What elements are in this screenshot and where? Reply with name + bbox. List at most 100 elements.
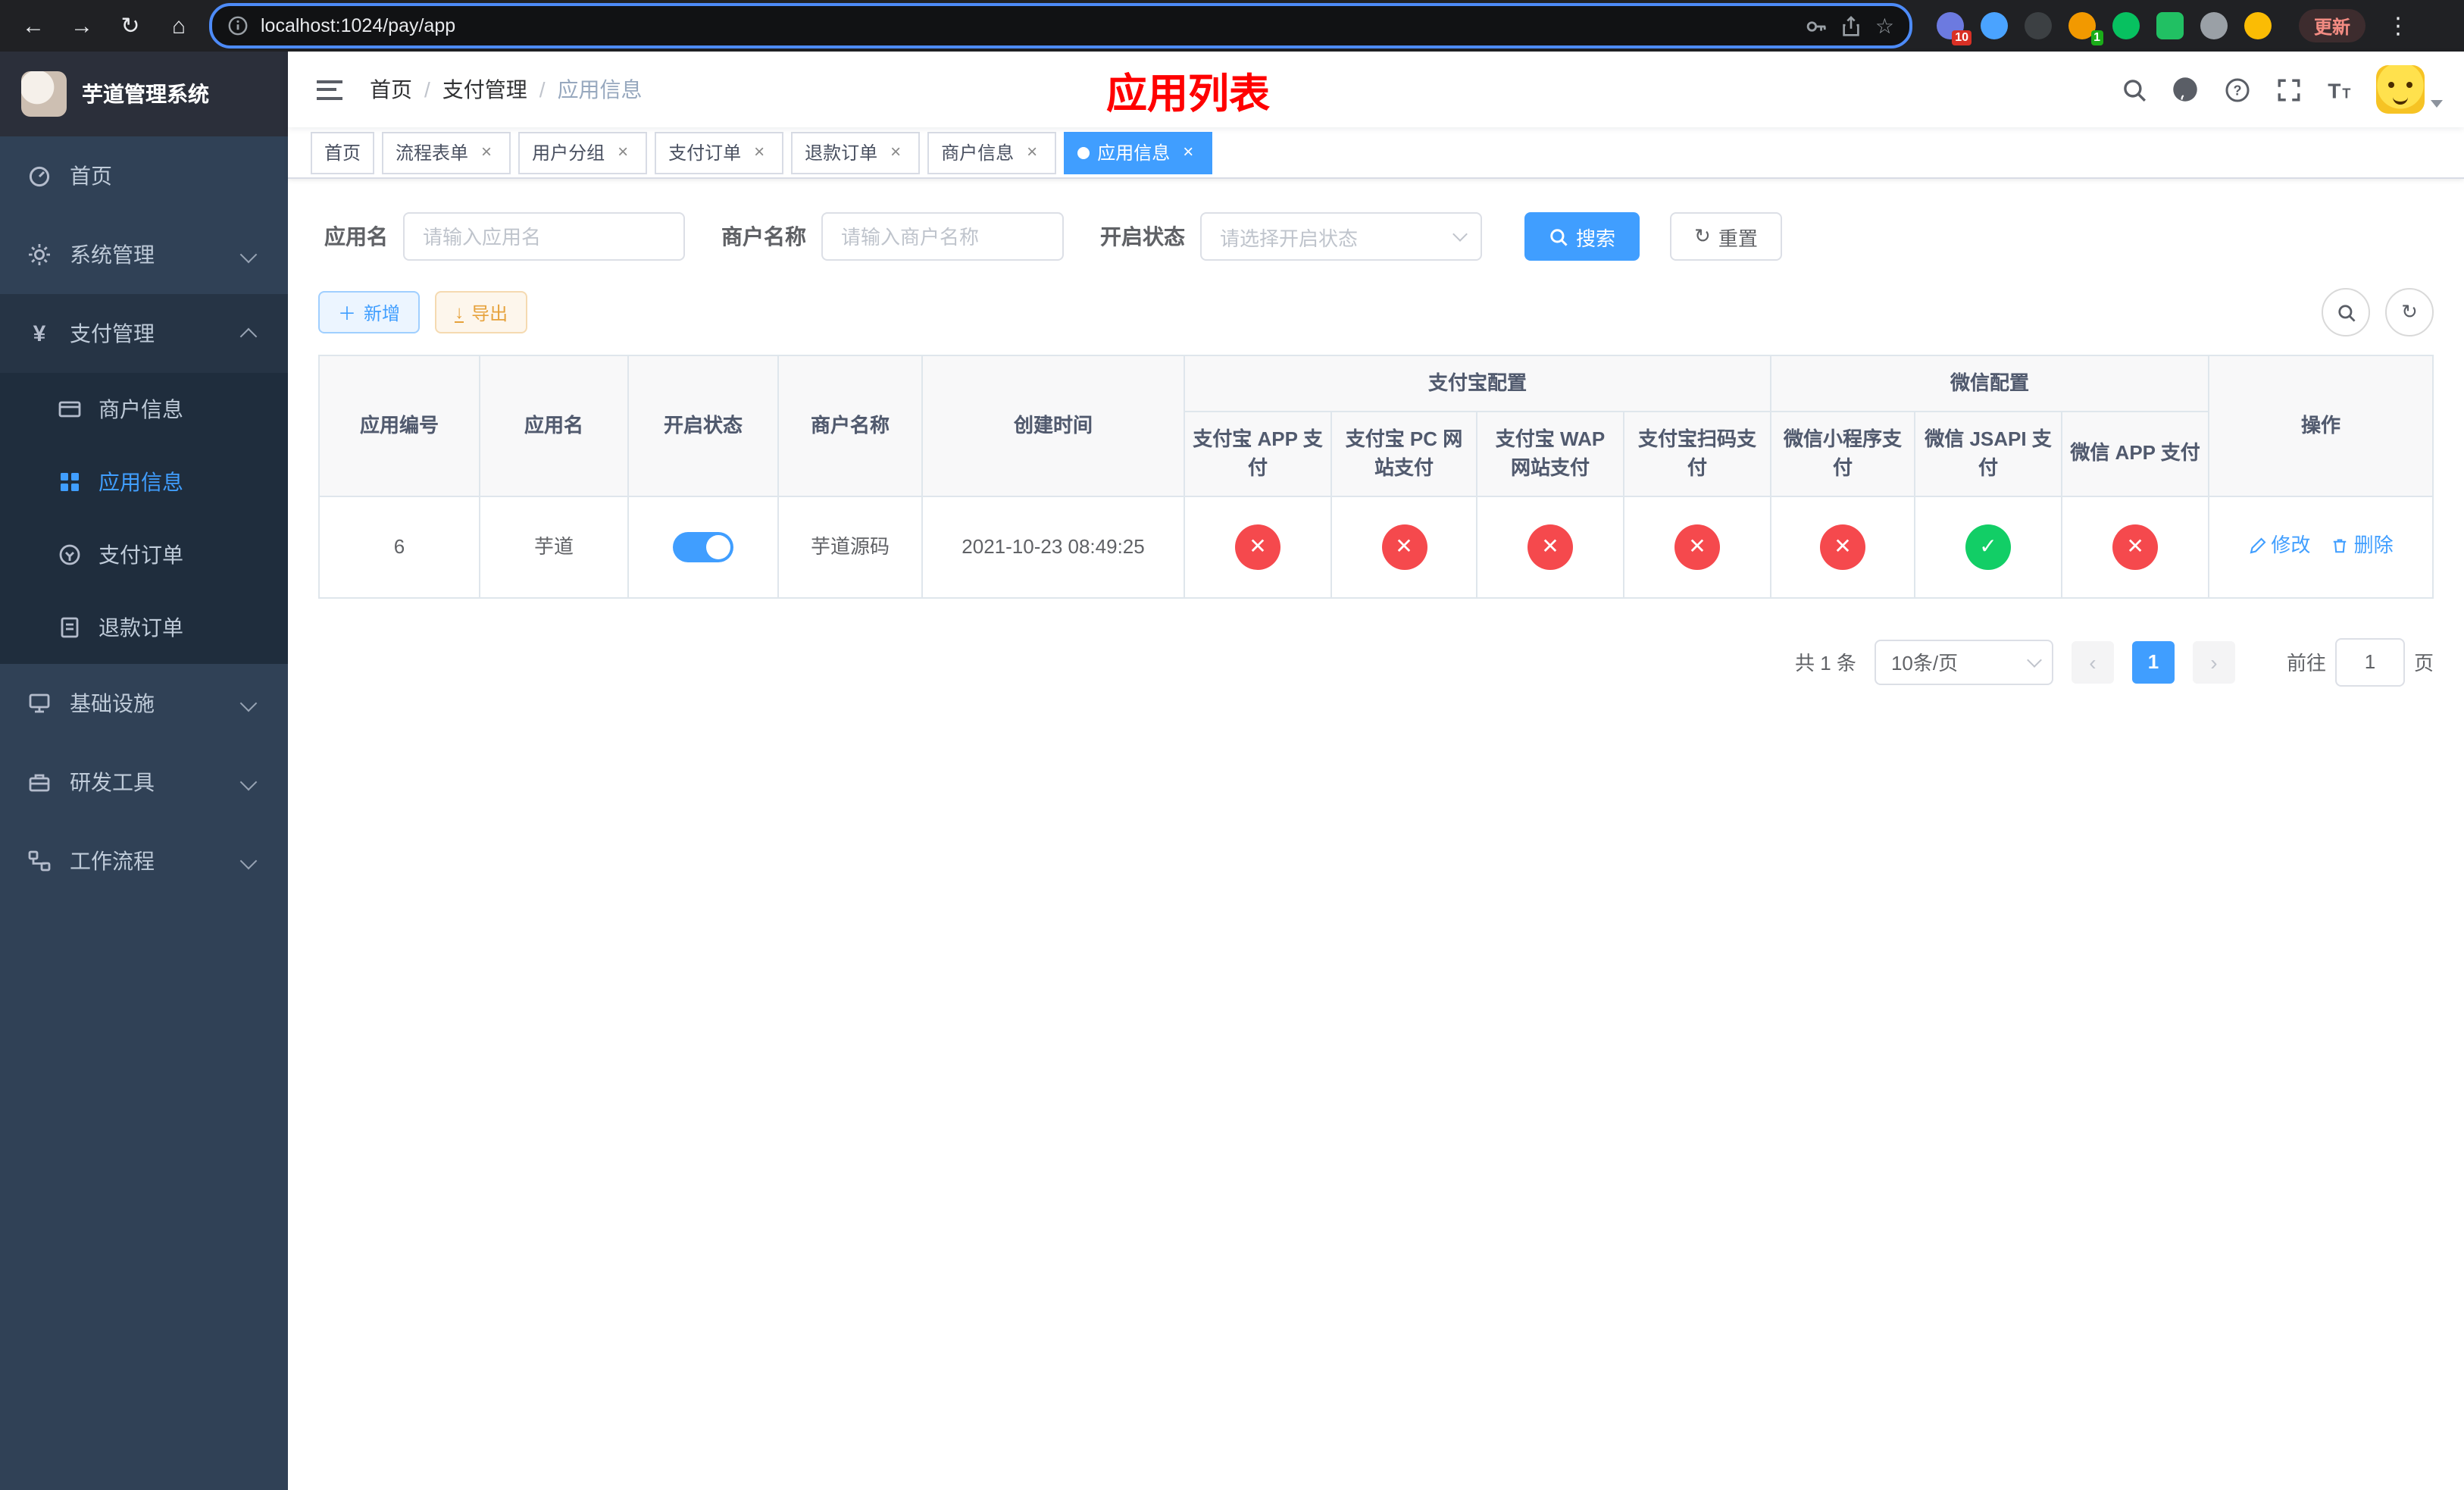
- dashboard-icon: [29, 166, 50, 187]
- url-text[interactable]: localhost:1024/pay/app: [261, 15, 1793, 36]
- reset-button[interactable]: ↻ 重置: [1670, 212, 1782, 261]
- sidebar-item-refund-order[interactable]: 退款订单: [0, 591, 288, 664]
- forward-icon[interactable]: →: [64, 8, 100, 44]
- tab-app-info-active[interactable]: 应用信息 ×: [1064, 131, 1213, 174]
- breadcrumb-home[interactable]: 首页: [370, 74, 412, 105]
- bookmark-star-icon[interactable]: ☆: [1875, 13, 1894, 39]
- github-icon[interactable]: [2170, 74, 2200, 105]
- status-cross-icon: ✕: [1820, 524, 1866, 569]
- status-toggle[interactable]: [673, 531, 733, 562]
- extension-icon-1[interactable]: 10: [1937, 12, 1972, 45]
- sidebar-item-merchant-info[interactable]: 商户信息: [0, 373, 288, 446]
- order-icon: [59, 544, 80, 565]
- tab-process-form[interactable]: 流程表单 ×: [382, 131, 511, 174]
- cell-alipay-pc: ✕: [1330, 495, 1477, 598]
- svg-text:?: ?: [2232, 82, 2240, 97]
- merchant-name-input[interactable]: [821, 212, 1064, 261]
- next-page-button[interactable]: ›: [2192, 640, 2235, 683]
- page-number-1[interactable]: 1: [2131, 640, 2175, 683]
- col-header-wx-jsapi: 微信 JSAPI 支付: [1914, 410, 2063, 496]
- extension-badge-green: 1: [2090, 30, 2103, 45]
- sidebar-item-home[interactable]: 首页: [0, 136, 288, 215]
- tab-refund-order[interactable]: 退款订单 ×: [791, 131, 921, 174]
- sidebar-item-app-info[interactable]: 应用信息: [0, 446, 288, 518]
- tab-pay-order[interactable]: 支付订单 ×: [655, 131, 784, 174]
- hamburger-icon[interactable]: [311, 70, 349, 108]
- app-title: 芋道管理系统: [82, 82, 209, 106]
- address-bar[interactable]: localhost:1024/pay/app ☆: [209, 3, 1912, 49]
- tab-merchant-info[interactable]: 商户信息 ×: [927, 131, 1057, 174]
- refresh-table-button[interactable]: ↻: [2385, 288, 2434, 337]
- infrastructure-icon: [29, 693, 50, 713]
- extension-icon-5[interactable]: [2112, 12, 2140, 39]
- top-navbar: 首页 / 支付管理 / 应用信息 应用列表 ? T T: [288, 52, 2464, 127]
- close-icon[interactable]: ×: [749, 141, 770, 163]
- chevron-down-icon: [239, 852, 258, 870]
- export-button[interactable]: ↓ 导出: [435, 291, 528, 333]
- browser-toolbar: ← → ↻ ⌂ localhost:1024/pay/app ☆ 10 1 更新…: [0, 0, 2464, 52]
- pagination: 共 1 条 10条/页 ‹ 1 › 前往 页: [318, 637, 2434, 686]
- add-button[interactable]: ＋ 新增: [318, 291, 421, 333]
- group-header-wechat: 微信配置: [1770, 355, 2210, 412]
- col-header-alipay-pc: 支付宝 PC 网站支付: [1330, 410, 1477, 496]
- toolbox-icon: [29, 774, 50, 792]
- page-size-select[interactable]: 10条/页: [1874, 639, 2053, 684]
- sidebar-item-system[interactable]: 系统管理: [0, 215, 288, 294]
- sidebar-item-workflow[interactable]: 工作流程: [0, 822, 288, 900]
- goto-suffix: 页: [2413, 652, 2434, 675]
- sidebar-item-infrastructure[interactable]: 基础设施: [0, 664, 288, 743]
- app-logo[interactable]: 芋道管理系统: [0, 52, 288, 136]
- tab-user-group[interactable]: 用户分组 ×: [518, 131, 648, 174]
- close-icon[interactable]: ×: [885, 141, 906, 163]
- yen-icon: ¥: [33, 321, 46, 346]
- chevron-down-icon: [239, 246, 258, 264]
- chrome-update-button[interactable]: 更新: [2299, 9, 2366, 42]
- share-icon[interactable]: [1840, 14, 1863, 37]
- col-header-ops: 操作: [2208, 355, 2434, 496]
- browser-menu-icon[interactable]: ⋮: [2387, 12, 2409, 39]
- reload-icon[interactable]: ↻: [112, 8, 149, 44]
- status-check-icon: ✓: [1965, 524, 2012, 569]
- sidebar-item-dev-tools[interactable]: 研发工具: [0, 743, 288, 822]
- breadcrumb-payment[interactable]: 支付管理: [442, 74, 527, 105]
- prev-page-button[interactable]: ‹: [2071, 640, 2114, 683]
- extension-icon-4[interactable]: 1: [2068, 12, 2103, 45]
- font-size-icon[interactable]: TT: [2325, 74, 2355, 105]
- close-icon[interactable]: ×: [1177, 141, 1199, 163]
- search-button[interactable]: 搜索: [1524, 212, 1640, 261]
- back-icon[interactable]: ←: [15, 8, 52, 44]
- app-name-input[interactable]: [403, 212, 685, 261]
- status-select[interactable]: 请选择开启状态: [1200, 212, 1482, 261]
- sidebar-item-pay-order[interactable]: 支付订单: [0, 518, 288, 591]
- refresh-icon: ↻: [1694, 224, 1711, 247]
- toggle-search-button[interactable]: [2322, 288, 2370, 337]
- goto-page-input[interactable]: [2334, 637, 2405, 686]
- page-title: 应用列表: [1106, 70, 1270, 116]
- col-header-wx-app: 微信 APP 支付: [2061, 410, 2210, 496]
- close-icon[interactable]: ×: [476, 141, 497, 163]
- cell-app-id: 6: [318, 495, 480, 598]
- fullscreen-icon[interactable]: [2273, 74, 2303, 105]
- cell-merchant: 芋道源码: [777, 495, 923, 598]
- delete-link[interactable]: 删除: [2331, 531, 2394, 560]
- extension-icon-7[interactable]: [2200, 12, 2228, 39]
- help-icon[interactable]: ?: [2222, 74, 2252, 105]
- user-avatar-menu[interactable]: [2376, 65, 2443, 114]
- sidebar-item-payment[interactable]: ¥ 支付管理: [0, 294, 288, 373]
- svg-text:T: T: [2328, 79, 2340, 102]
- extension-icon-2[interactable]: [1981, 12, 2008, 39]
- merchant-name-label: 商户名称: [721, 224, 806, 249]
- tab-home[interactable]: 首页: [311, 131, 375, 174]
- search-icon[interactable]: [2118, 74, 2149, 105]
- extension-icon-3[interactable]: [2025, 12, 2052, 39]
- extension-icon-8[interactable]: [2244, 12, 2272, 39]
- home-icon[interactable]: ⌂: [161, 8, 197, 44]
- cell-alipay-qr: ✕: [1622, 495, 1772, 598]
- extension-icon-6[interactable]: [2156, 12, 2184, 39]
- close-icon[interactable]: ×: [612, 141, 633, 163]
- status-cross-icon: ✕: [1381, 524, 1427, 569]
- edit-link[interactable]: 修改: [2248, 531, 2310, 560]
- site-info-icon[interactable]: [227, 15, 249, 36]
- password-key-icon[interactable]: [1806, 14, 1828, 37]
- close-icon[interactable]: ×: [1021, 141, 1043, 163]
